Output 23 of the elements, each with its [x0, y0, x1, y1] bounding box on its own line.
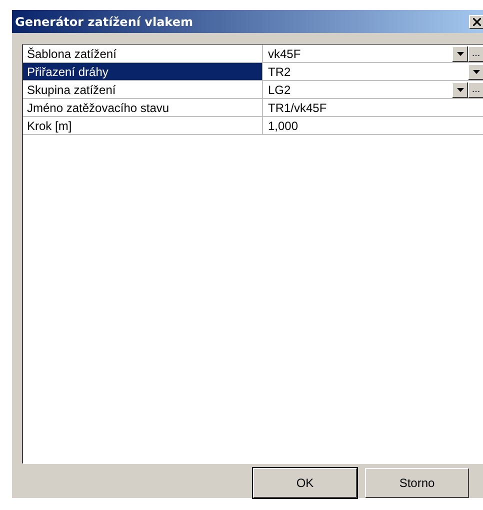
- close-icon: [473, 18, 481, 26]
- dropdown-button[interactable]: [468, 64, 483, 80]
- dialog-button[interactable]: OK: [253, 468, 357, 498]
- property-value[interactable]: TR2: [263, 64, 468, 78]
- dropdown-button[interactable]: [452, 82, 468, 98]
- property-label[interactable]: Krok [m]: [23, 117, 263, 134]
- dropdown-button[interactable]: [452, 46, 468, 62]
- window-title: Generátor zatížení vlakem: [15, 14, 193, 28]
- property-label[interactable]: Šablona zatížení: [23, 45, 263, 62]
- caret-icon: [456, 88, 464, 92]
- property-label[interactable]: Skupina zatížení: [23, 81, 263, 98]
- close-button[interactable]: [469, 14, 483, 28]
- property-value[interactable]: LG2: [263, 82, 452, 96]
- caret-icon: [472, 70, 480, 74]
- dialog-button[interactable]: Storno: [365, 468, 469, 498]
- browse-button[interactable]: ...: [468, 82, 483, 98]
- property-label[interactable]: Jméno zatěžovacího stavu: [23, 99, 263, 116]
- caret-icon: [456, 52, 464, 56]
- property-label[interactable]: Přiřazení dráhy: [23, 63, 263, 80]
- browse-button[interactable]: ...: [468, 46, 483, 62]
- property-value[interactable]: 1,000: [263, 118, 483, 132]
- property-value[interactable]: TR1/vk45F: [263, 100, 483, 114]
- property-value[interactable]: vk45F: [263, 46, 452, 60]
